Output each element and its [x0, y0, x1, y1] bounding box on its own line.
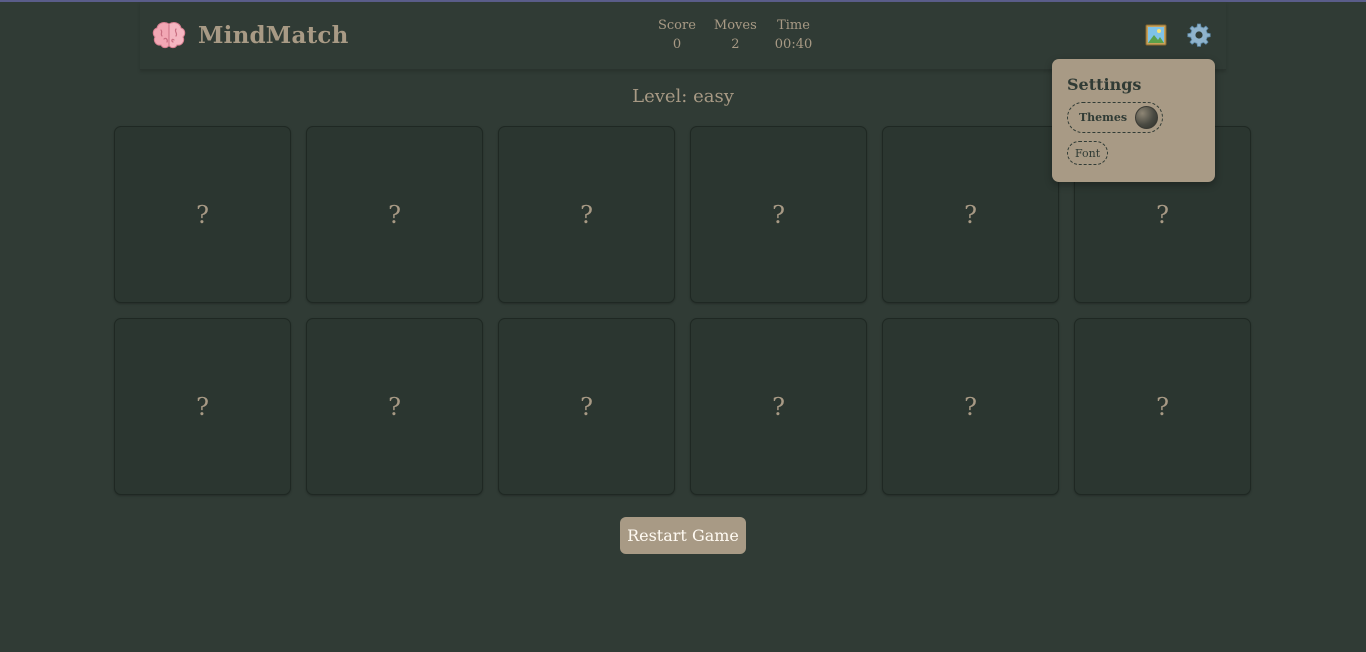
brand: MindMatch [152, 20, 349, 50]
memory-card[interactable]: ? [498, 126, 675, 303]
memory-card[interactable]: ? [882, 126, 1059, 303]
theme-knob-icon [1135, 106, 1159, 129]
stat-score: Score 0 [658, 16, 696, 54]
settings-title: Settings [1067, 75, 1142, 94]
stat-value: 00:40 [774, 37, 813, 52]
themes-toggle[interactable]: Themes [1067, 102, 1164, 133]
memory-card[interactable]: ? [306, 318, 483, 495]
stat-time: Time 00:40 [775, 16, 812, 54]
settings-dropdown: Settings Themes Font [1052, 59, 1215, 182]
stats-panel: Score 0 Moves 2 Time 00:40 [658, 16, 830, 54]
restart-game-button[interactable]: Restart Game [620, 517, 746, 554]
stat-value: 2 [731, 37, 740, 52]
themes-label: Themes [1079, 111, 1128, 124]
app-title: MindMatch [198, 21, 349, 49]
font-button[interactable]: Font [1067, 141, 1109, 165]
brain-icon [152, 20, 186, 50]
memory-card[interactable]: ? [690, 126, 867, 303]
memory-card[interactable]: ? [498, 318, 675, 495]
picture-icon [1145, 24, 1167, 50]
stat-moves: Moves 2 [714, 16, 757, 54]
stat-value: 0 [672, 37, 682, 52]
memory-card[interactable]: ? [114, 318, 291, 495]
stat-label: Time [777, 18, 810, 33]
memory-card[interactable]: ? [882, 318, 1059, 495]
memory-card[interactable]: ? [1074, 318, 1251, 495]
memory-card[interactable]: ? [114, 126, 291, 303]
memory-card[interactable]: ? [306, 126, 483, 303]
font-label: Font [1075, 146, 1101, 160]
settings-button[interactable] [1186, 23, 1212, 51]
stat-label: Score [658, 18, 696, 33]
stat-label: Moves [713, 18, 757, 33]
gear-icon [1187, 23, 1211, 51]
gallery-button[interactable] [1143, 24, 1169, 50]
memory-card[interactable]: ? [690, 318, 867, 495]
